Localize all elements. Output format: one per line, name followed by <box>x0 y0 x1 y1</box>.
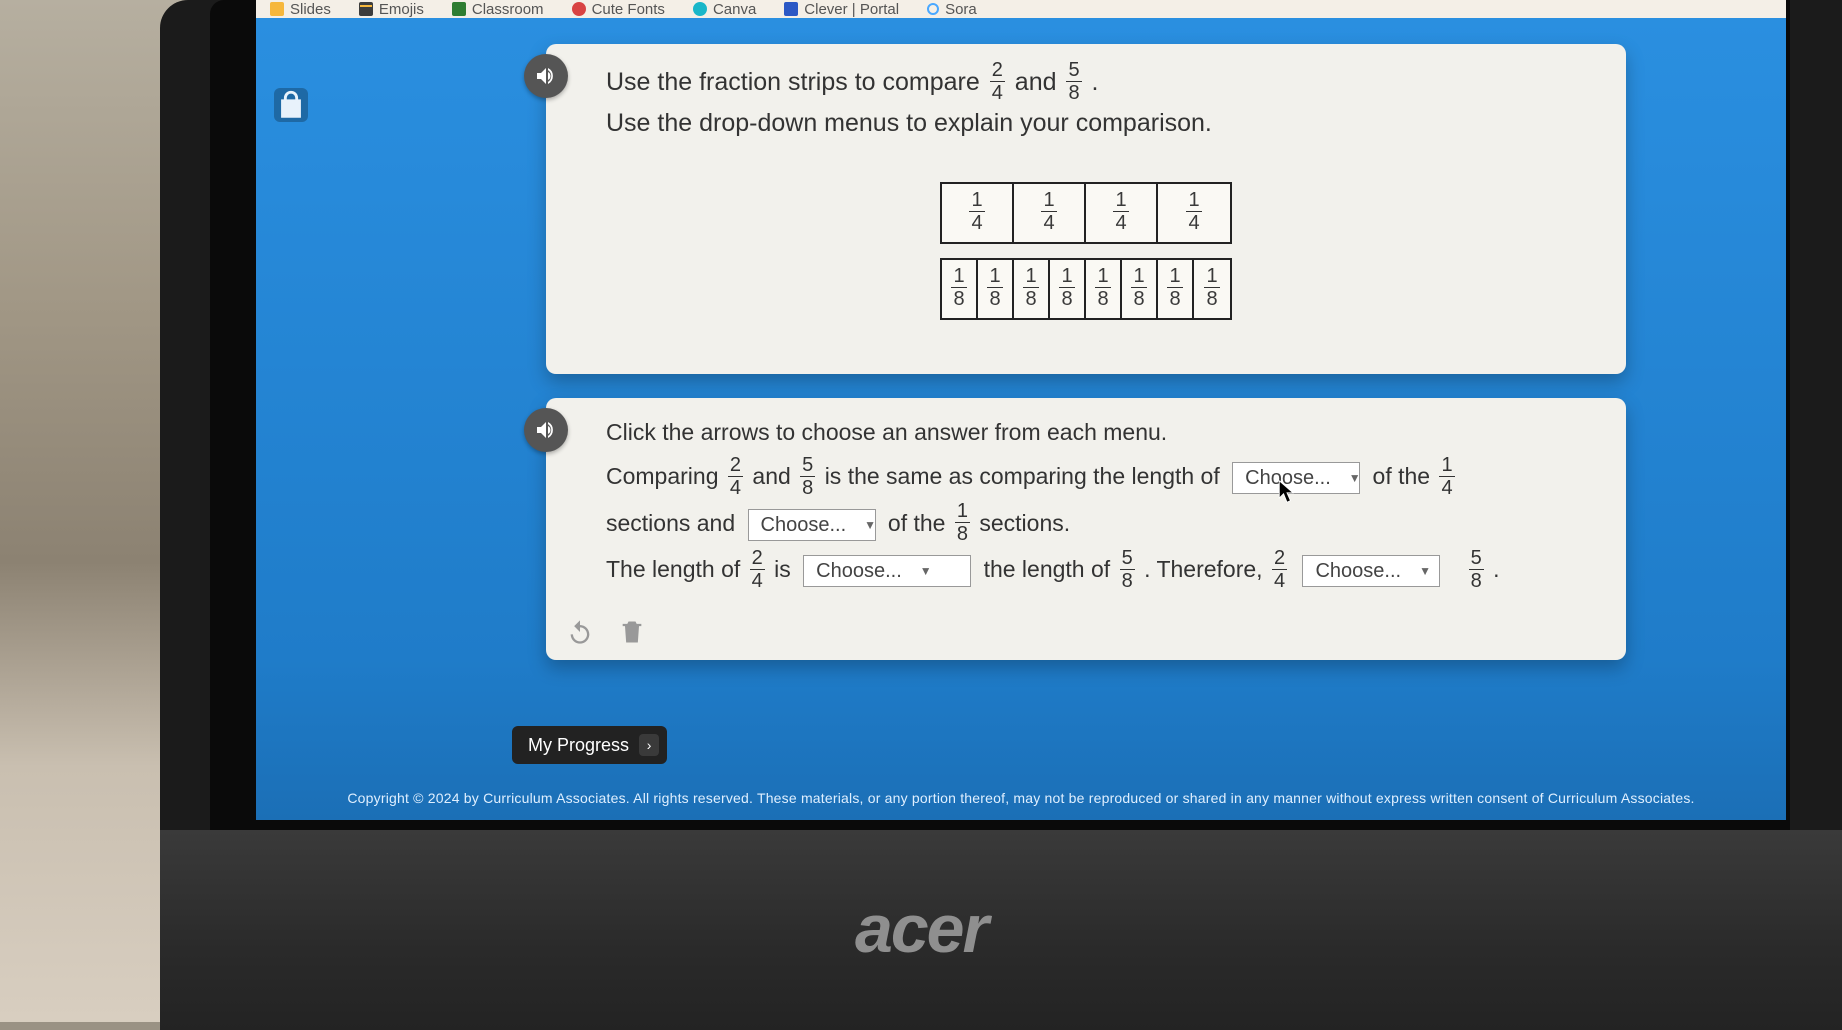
question-card: Use the fraction strips to compare 24 an… <box>546 44 1626 374</box>
trash-icon <box>618 618 646 646</box>
dropdown-label: Choose... <box>816 551 902 591</box>
dropdown-3[interactable]: Choose...▼ <box>803 555 971 587</box>
undo-icon <box>566 618 594 646</box>
canva-icon <box>693 2 707 16</box>
answer-text: is the same as comparing the length of <box>825 463 1226 489</box>
strip-cell: 14 <box>1086 184 1158 242</box>
copyright-text: Copyright © 2024 by Curriculum Associate… <box>256 790 1786 806</box>
chevron-down-icon: ▼ <box>920 559 932 583</box>
bookmark-sora[interactable]: Sora <box>927 1 977 18</box>
question-text-part: . <box>1092 68 1099 96</box>
bookmark-emojis[interactable]: Emojis <box>359 1 424 18</box>
bookmark-label: Sora <box>945 1 977 18</box>
strip-cell: 14 <box>1158 184 1230 242</box>
laptop-chin <box>160 830 1842 1030</box>
bookmark-slides[interactable]: Slides <box>270 1 331 18</box>
strip-cell: 14 <box>942 184 1014 242</box>
sora-icon <box>927 3 939 15</box>
strip-cell: 18 <box>942 260 978 318</box>
answer-text: sections and <box>606 510 742 536</box>
fonts-icon <box>572 2 586 16</box>
fraction-2-4: 24 <box>750 548 765 591</box>
fraction-strips: 14 14 14 14 18 18 18 18 18 18 18 18 <box>940 182 1232 320</box>
dropdown-label: Choose... <box>761 505 847 545</box>
strip-cell: 18 <box>978 260 1014 318</box>
strip-cell: 18 <box>1122 260 1158 318</box>
notes-toggle-button[interactable] <box>274 88 308 122</box>
answer-text: . Therefore, <box>1144 556 1269 582</box>
answer-text: is <box>774 556 797 582</box>
chevron-right-icon: › <box>639 734 659 756</box>
answer-instruction: Click the arrows to choose an answer fro… <box>606 416 1600 449</box>
classroom-icon <box>452 2 466 16</box>
lesson-page: Use the fraction strips to compare 24 an… <box>256 18 1786 820</box>
bookmarks-bar: Slides Emojis Classroom Cute Fonts Canva… <box>256 0 1786 18</box>
card-tools <box>566 618 646 646</box>
answer-text: of the <box>1373 463 1437 489</box>
chevron-down-icon: ▼ <box>864 513 876 537</box>
bookmark-label: Canva <box>713 1 756 18</box>
bookmark-label: Cute Fonts <box>592 1 665 18</box>
strip-quarters: 14 14 14 14 <box>940 182 1232 244</box>
notes-lock-icon <box>274 88 308 122</box>
delete-button[interactable] <box>618 618 646 646</box>
dropdown-2[interactable]: Choose...▼ <box>748 509 876 541</box>
fraction-5-8: 58 <box>1120 548 1135 591</box>
bookmark-classroom[interactable]: Classroom <box>452 1 544 18</box>
clever-icon <box>784 2 798 16</box>
bookmark-label: Emojis <box>379 1 424 18</box>
strip-cell: 18 <box>1050 260 1086 318</box>
fraction-2-4: 24 <box>728 455 743 498</box>
dropdown-4[interactable]: Choose...▼ <box>1302 555 1440 587</box>
fraction-1-8: 18 <box>955 501 970 544</box>
fraction-1-4: 14 <box>1439 455 1454 498</box>
answer-text: Comparing <box>606 463 725 489</box>
question-text-part: Use the fraction strips to compare <box>606 68 987 96</box>
bookmark-label: Classroom <box>472 1 544 18</box>
bookmark-label: Clever | Portal <box>804 1 899 18</box>
dropdown-1[interactable]: Choose...▼ <box>1232 462 1360 494</box>
fraction-2-4: 24 <box>1272 548 1287 591</box>
bookmark-label: Slides <box>290 1 331 18</box>
answer-card: Click the arrows to choose an answer fro… <box>546 398 1626 660</box>
fraction-2-4: 24 <box>990 60 1005 103</box>
answer-text: and <box>752 463 797 489</box>
answer-text: of the <box>888 510 952 536</box>
answer-text: sections. <box>979 510 1070 536</box>
slides-icon <box>270 2 284 16</box>
laptop-brand-logo: acer <box>855 890 987 968</box>
strip-cell: 14 <box>1014 184 1086 242</box>
fraction-5-8: 58 <box>1066 60 1081 103</box>
my-progress-button[interactable]: My Progress › <box>512 726 667 764</box>
question-text: Use the fraction strips to compare 24 an… <box>606 62 1600 141</box>
bookmark-cutefonts[interactable]: Cute Fonts <box>572 1 665 18</box>
strip-cell: 18 <box>1158 260 1194 318</box>
fraction-5-8: 58 <box>1469 548 1484 591</box>
audio-button[interactable] <box>524 54 568 98</box>
strip-eighths: 18 18 18 18 18 18 18 18 <box>940 258 1232 320</box>
chevron-down-icon: ▼ <box>1349 466 1361 490</box>
strip-cell: 18 <box>1086 260 1122 318</box>
question-text-line2: Use the drop-down menus to explain your … <box>606 109 1212 137</box>
bookmark-clever[interactable]: Clever | Portal <box>784 1 899 18</box>
answer-sentence: Comparing 24 and 58 is the same as compa… <box>606 453 1600 592</box>
chevron-down-icon: ▼ <box>1419 559 1431 583</box>
progress-label: My Progress <box>528 735 629 756</box>
dropdown-label: Choose... <box>1315 551 1401 591</box>
strip-cell: 18 <box>1194 260 1230 318</box>
answer-text: The length of <box>606 556 747 582</box>
undo-button[interactable] <box>566 618 594 646</box>
dropdown-label: Choose... <box>1245 458 1331 498</box>
plus-icon <box>359 2 373 16</box>
speaker-icon <box>534 64 558 88</box>
answer-text: . <box>1493 556 1499 582</box>
question-text-part: and <box>1015 68 1064 96</box>
answer-text: the length of <box>984 556 1117 582</box>
speaker-icon <box>534 418 558 442</box>
screen: Slides Emojis Classroom Cute Fonts Canva… <box>256 0 1786 820</box>
audio-button[interactable] <box>524 408 568 452</box>
fraction-5-8: 58 <box>800 455 815 498</box>
strip-cell: 18 <box>1014 260 1050 318</box>
bookmark-canva[interactable]: Canva <box>693 1 756 18</box>
